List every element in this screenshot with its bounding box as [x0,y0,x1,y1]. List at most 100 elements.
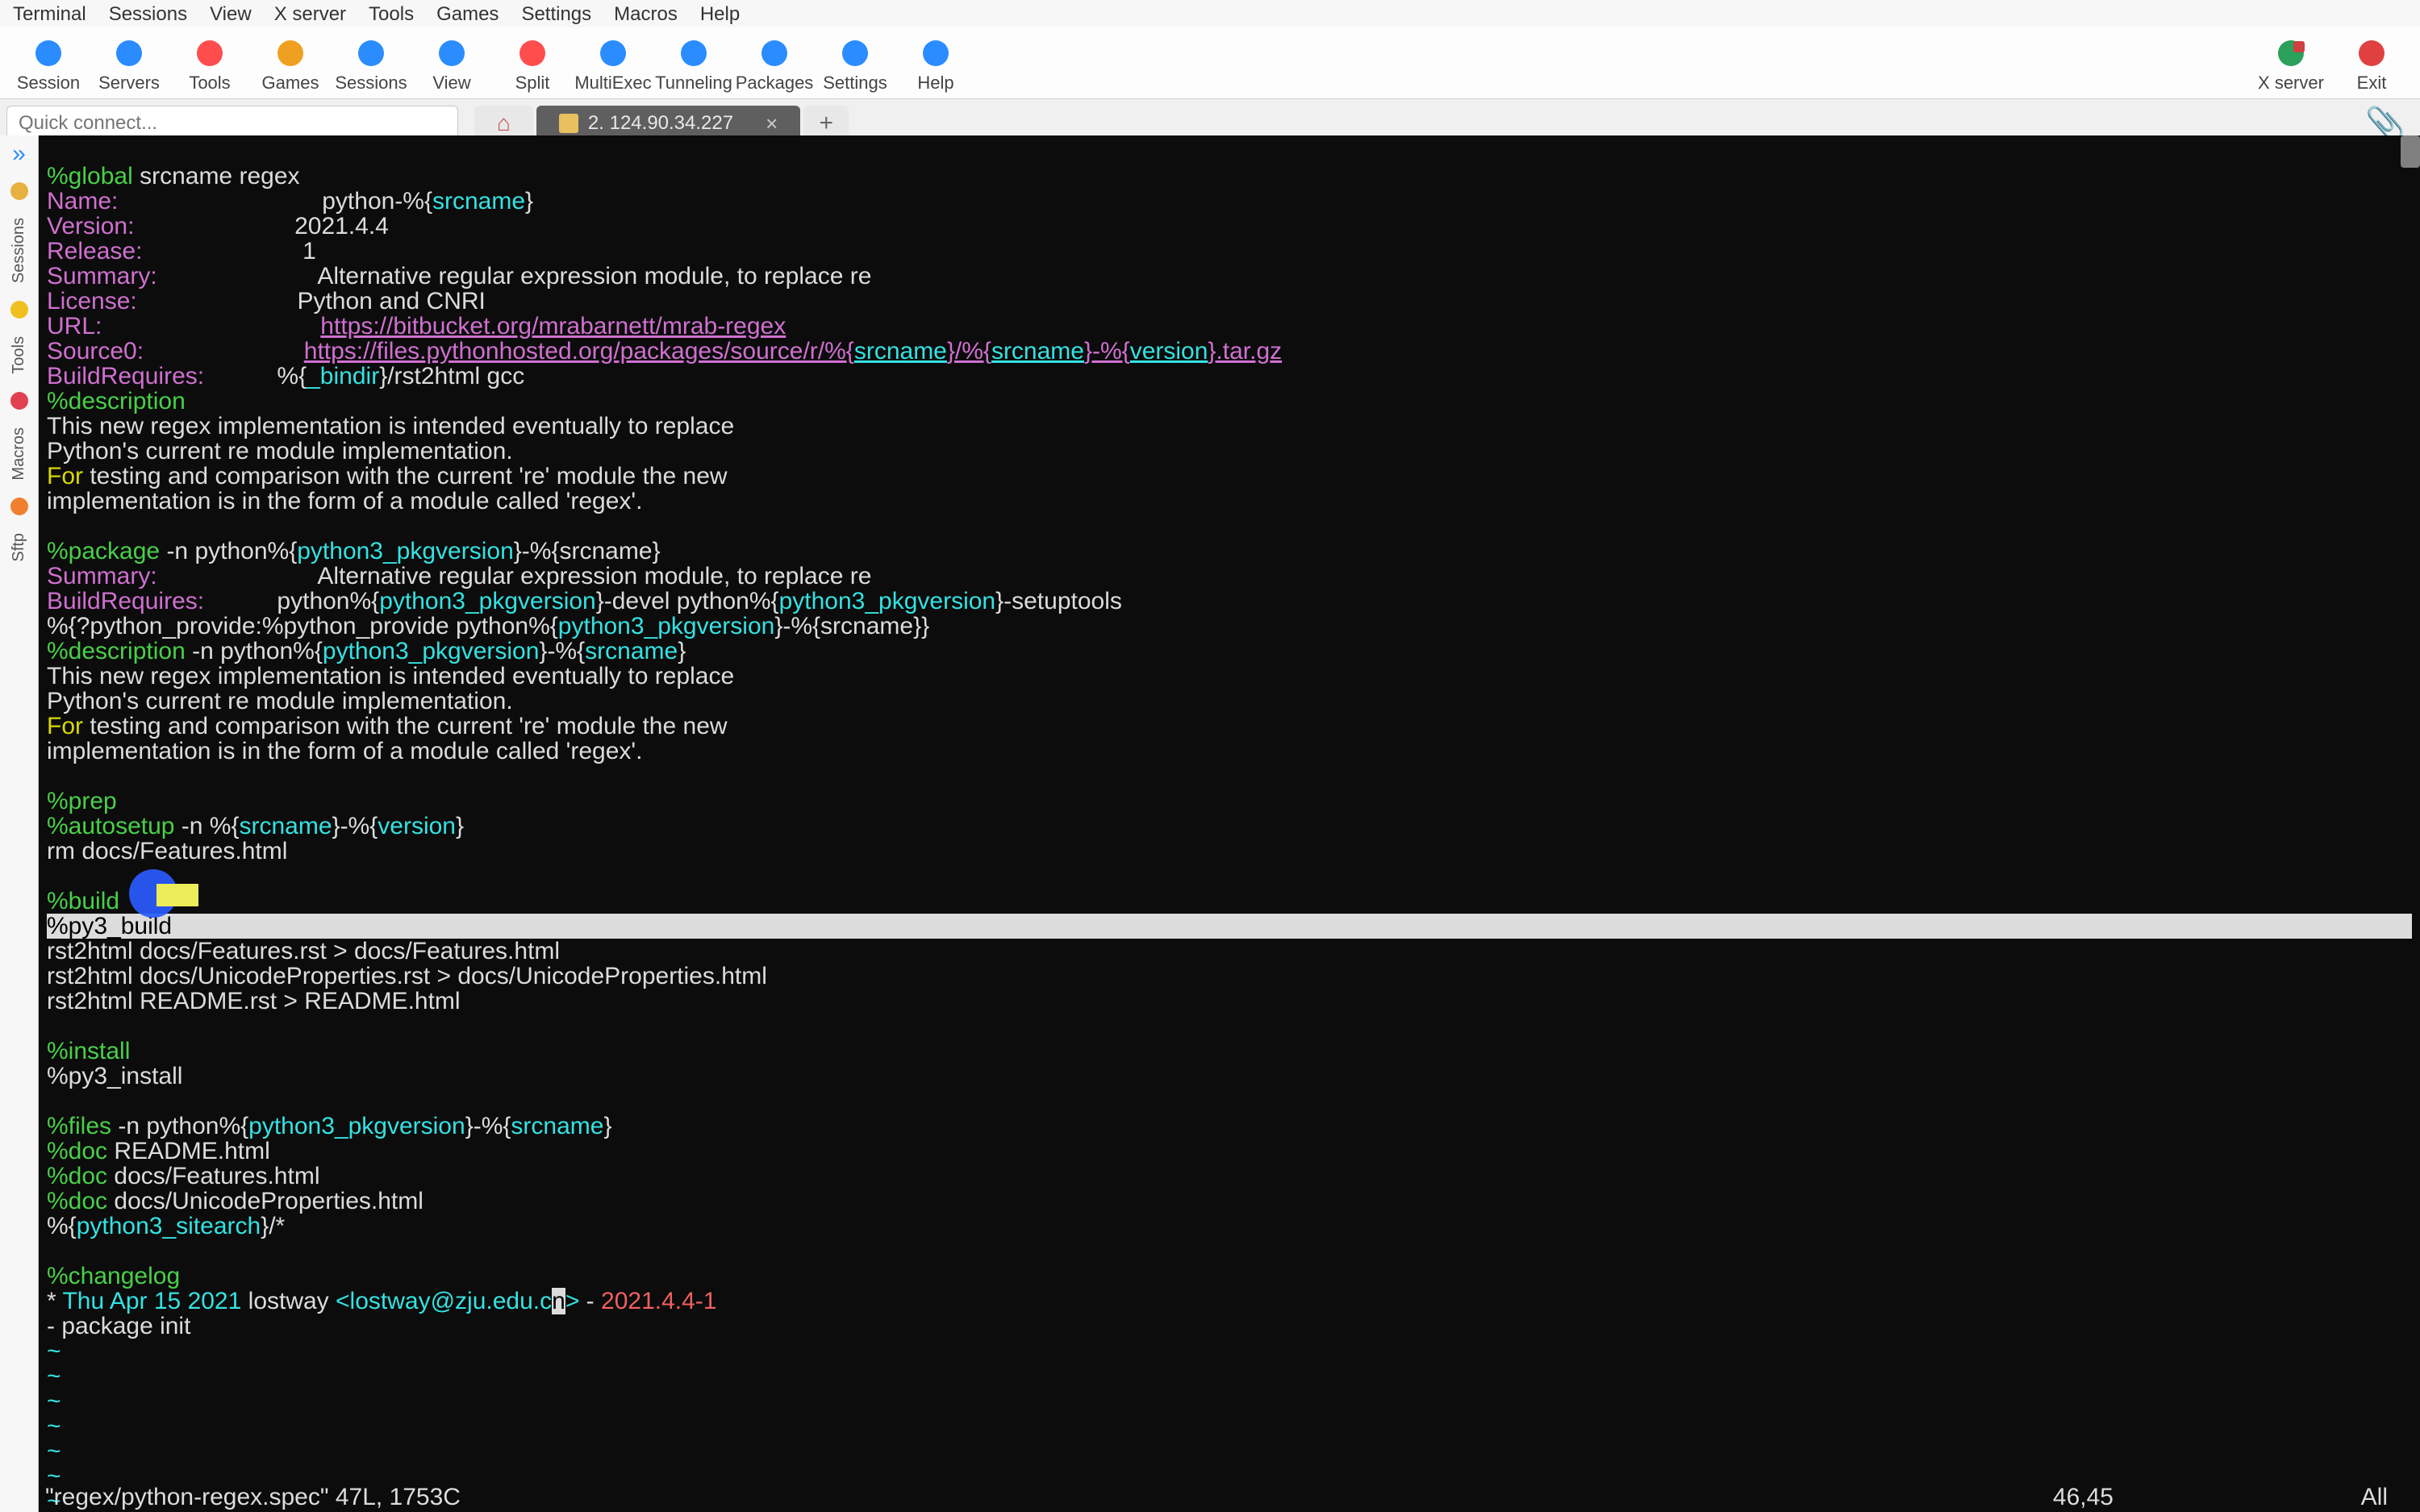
text: } [678,638,686,664]
side-dot-icon [10,498,28,515]
terminal[interactable]: %global srcname regex Name: python-%{src… [39,135,2420,1512]
home-icon: ⌂ [497,110,511,136]
toolbar-session-button[interactable]: Session [8,32,89,95]
spec-key: Name: [47,188,118,215]
text: -n %{ [174,813,239,839]
tab-label: 2. 124.90.34.227 [588,112,733,135]
var: python3_pkgversion [558,613,775,639]
text: lostway [241,1288,336,1314]
text: * [47,1288,62,1314]
var: python3_sitearch [77,1213,261,1239]
status-file: "regex/python-regex.spec" 47L, 1753C [45,1484,461,1510]
toolbar-games-button[interactable]: Games [250,32,331,95]
menu-games[interactable]: Games [436,3,499,25]
text: -n python%{ [186,638,323,664]
toolbar-tools-button[interactable]: Tools [169,32,250,95]
toolbar-exit-button[interactable]: Exit [2331,32,2412,95]
directive: %doc [47,1163,107,1189]
directive: %changelog [47,1263,180,1289]
toolbar-servers-button[interactable]: Servers [89,32,169,95]
text: %{ [277,363,307,389]
toolbar-help-button[interactable]: Help [895,32,976,95]
packages-icon [757,35,792,71]
side-panel: » Sessions Tools Macros Sftp [0,135,39,1512]
multiexec-icon [595,35,631,71]
text: }-setuptools [995,588,1122,614]
toolbar-label: Settings [823,73,887,94]
menu-terminal[interactable]: Terminal [13,3,86,25]
spec-key: BuildRequires: [47,588,204,614]
text: %{?python_provide:%python_provide python… [47,613,558,639]
menu-help[interactable]: Help [700,3,740,25]
tools-icon [192,35,227,71]
toolbar-label: X server [2258,73,2324,94]
text: }-%{srcname}} [774,613,929,639]
expand-panel-icon[interactable]: » [12,140,26,168]
menu-tools[interactable]: Tools [369,3,414,25]
text: %{ [47,1213,77,1239]
menu-settings[interactable]: Settings [521,3,591,25]
text: This new regex implementation is intende… [47,663,734,689]
text: }/rst2html gcc [379,363,524,389]
toolbar-tunneling-button[interactable]: Tunneling [653,32,734,95]
side-item-macros[interactable]: Macros [10,427,28,481]
kw-for: For [47,713,83,739]
directive: %doc [47,1138,107,1164]
directive: %description [47,638,186,664]
var: srcname [511,1113,603,1139]
spec-key: Release: [47,238,142,264]
toolbar-label: Session [17,73,80,94]
text: rm docs/Features.html [47,838,287,864]
text: -n python%{ [160,538,297,564]
mouse-highlight [129,869,177,918]
directive: %files [47,1113,111,1139]
spec-key: BuildRequires: [47,363,204,389]
text: }-%{ [465,1113,511,1139]
vim-tilde: ~ [47,1413,61,1439]
var: version [1130,338,1208,364]
toolbar-label: Sessions [335,73,407,94]
tab-close-icon[interactable]: × [766,111,778,136]
toolbar-packages-button[interactable]: Packages [734,32,815,95]
var: python3_pkgversion [297,538,514,564]
toolbar-sessions-button[interactable]: Sessions [331,32,411,95]
var: srcname [854,338,947,364]
toolbar-xserver-button[interactable]: X server [2251,32,2331,95]
side-item-sessions[interactable]: Sessions [10,218,28,283]
help-icon [918,35,953,71]
text: } [525,188,533,215]
cursor-pos: n [552,1288,565,1314]
var: srcname [432,188,525,215]
toolbar-split-button[interactable]: Split [492,32,573,95]
side-item-sftp[interactable]: Sftp [10,533,28,562]
text: }-%{srcname} [514,538,661,564]
menu-view[interactable]: View [210,3,252,25]
scrollbar-thumb[interactable] [2401,135,2420,168]
split-icon [515,35,550,71]
side-item-tools[interactable]: Tools [10,336,28,374]
directive: %build [47,888,119,914]
text: rst2html docs/UnicodeProperties.rst > do… [47,963,767,989]
var: python3_pkgversion [248,1113,465,1139]
menu-macros[interactable]: Macros [614,3,678,25]
toolbar-view-button[interactable]: View [411,32,492,95]
directive: %description [47,388,186,414]
email: > [565,1288,580,1314]
var: srcname [991,338,1084,364]
kw-for: For [47,463,83,489]
directive: %package [47,538,160,564]
toolbar-settings-button[interactable]: Settings [815,32,895,95]
vim-status-line: "regex/python-regex.spec" 47L, 1753C 46,… [45,1485,2420,1512]
text: -n python%{ [111,1113,248,1139]
text: docs/UnicodeProperties.html [107,1188,424,1214]
side-dot-icon [10,182,28,200]
menu-x-server[interactable]: X server [274,3,346,25]
text: implementation is in the form of a modul… [47,738,643,764]
toolbar-multiexec-button[interactable]: MultiExec [573,32,653,95]
directive: %prep [47,788,117,814]
text: }-%{ [539,638,585,664]
menu-sessions[interactable]: Sessions [109,3,187,25]
text: }-devel python%{ [596,588,779,614]
var: python3_pkgversion [779,588,996,614]
version: 2021.4.4-1 [601,1288,716,1314]
